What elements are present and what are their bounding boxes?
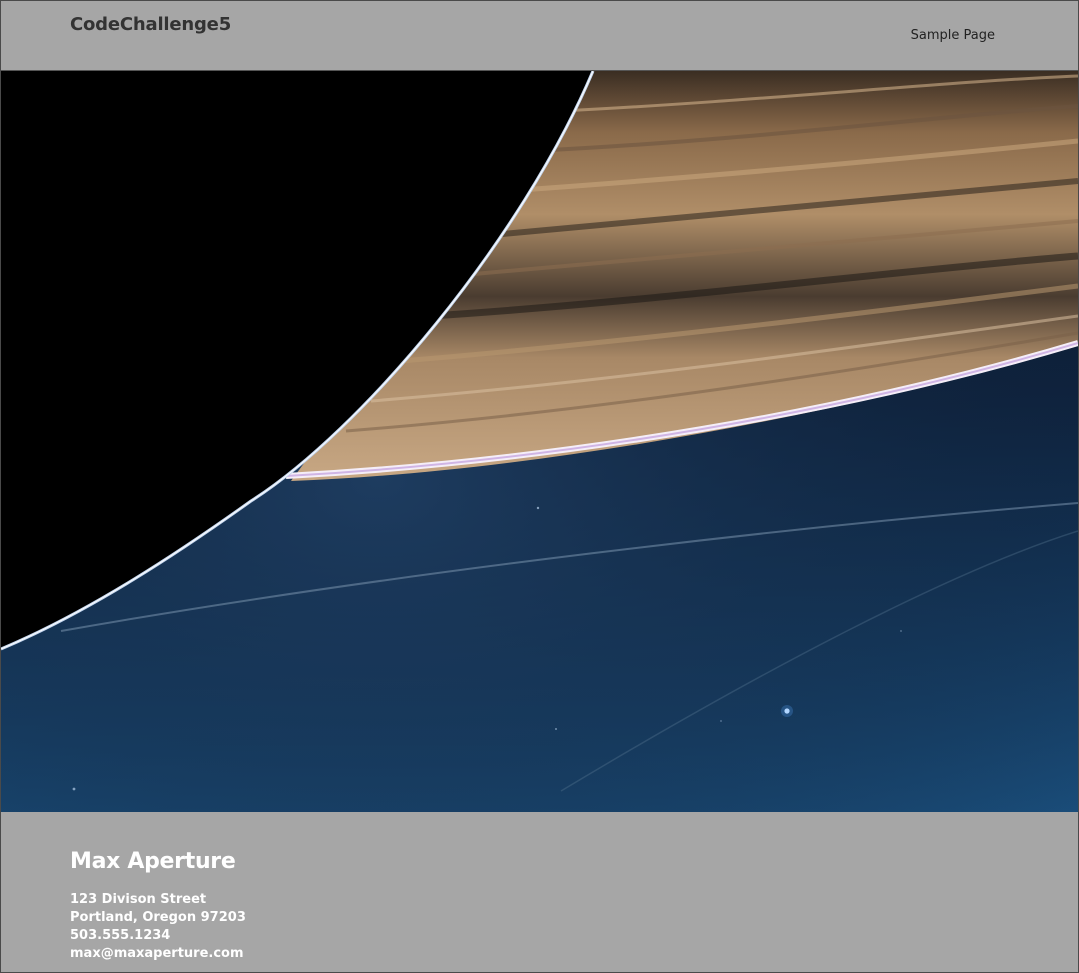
page: CodeChallenge5 Sample Page Max Aperture … [0, 0, 1079, 973]
hero-image [1, 71, 1078, 812]
saturn-rings-illustration [1, 71, 1078, 812]
footer-street: 123 Divison Street [70, 892, 207, 907]
site-title-link[interactable]: CodeChallenge5 [70, 14, 231, 35]
footer-name: Max Aperture [70, 849, 236, 874]
footer-phone: 503.555.1234 [70, 928, 171, 943]
nav-item-sample-page[interactable]: Sample Page [911, 28, 995, 43]
footer-contact: 123 Divison Street Portland, Oregon 9720… [70, 891, 246, 963]
footer-email-link[interactable]: max@maxaperture.com [70, 946, 244, 961]
site-header: CodeChallenge5 Sample Page [1, 1, 1078, 71]
footer-city: Portland, Oregon 97203 [70, 910, 246, 925]
site-footer: Max Aperture 123 Divison Street Portland… [1, 812, 1078, 972]
